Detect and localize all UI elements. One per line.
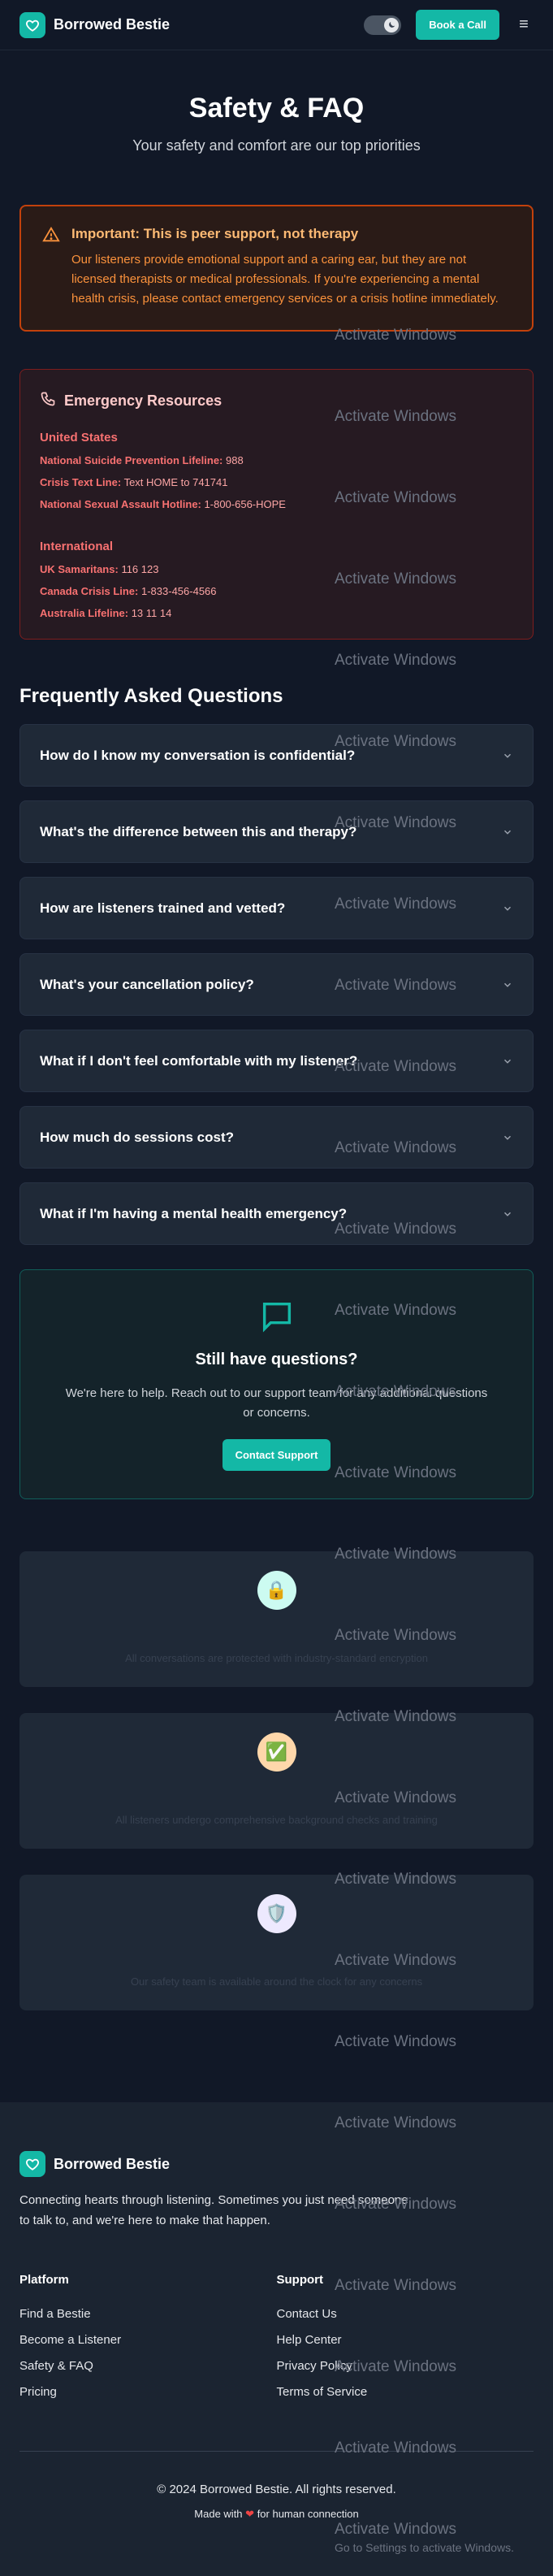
footer: Borrowed Bestie Connecting hearts throug…	[0, 2102, 553, 2576]
hotline-item: Canada Crisis Line: 1-833-456-4566	[40, 585, 217, 597]
emergency-title: Emergency Resources	[64, 392, 222, 409]
feature-text: Our safety team is available around the …	[130, 1975, 423, 1988]
page-subtitle: Your safety and comfort are our top prio…	[132, 137, 421, 154]
chevron-down-icon	[503, 1212, 512, 1216]
disclaimer-body: Our listeners provide emotional support …	[71, 253, 499, 306]
footer-support-column: Support Contact Us Help Center Privacy P…	[277, 2273, 534, 2399]
feature-card-vetting: ✅ All listeners undergo comprehensive ba…	[19, 1713, 534, 1849]
faq-question: What if I'm having a mental health emerg…	[40, 1205, 348, 1221]
page: Borrowed Bestie Book a Call ≡ Safety & F…	[0, 0, 553, 2576]
faq-question: What's the difference between this and t…	[40, 823, 357, 839]
faq-heading: Frequently Asked Questions	[19, 685, 283, 707]
hotline-item: National Sexual Assault Hotline: 1-800-6…	[40, 498, 286, 510]
faq-item[interactable]: What if I'm having a mental health emerg…	[19, 1182, 534, 1245]
region-heading-international: International	[40, 540, 114, 553]
footer-column-title: Support	[276, 2273, 324, 2287]
heart-logo-icon	[19, 2151, 45, 2177]
check-icon: ✅	[257, 1733, 296, 1772]
faq-question: What's your cancellation policy?	[40, 976, 254, 992]
footer-divider	[19, 2451, 534, 2452]
faq-item[interactable]: What's your cancellation policy?	[19, 953, 534, 1016]
faq-item[interactable]: How are listeners trained and vetted?	[19, 877, 534, 939]
footer-link[interactable]: Safety & FAQ	[19, 2359, 277, 2373]
support-body: We're here to help. Reach out to our sup…	[65, 1386, 488, 1420]
faq-item[interactable]: How much do sessions cost?	[19, 1106, 534, 1169]
brand-name: Borrowed Bestie	[54, 16, 171, 33]
faq-list: How do I know my conversation is confide…	[19, 724, 534, 1245]
footer-brand[interactable]: Borrowed Bestie	[19, 2151, 534, 2177]
activate-windows-watermark: Activate Windows	[335, 2033, 456, 2050]
made-with-love-text: Made with ❤ for human connection	[194, 2508, 359, 2520]
footer-link[interactable]: Pricing	[19, 2385, 277, 2399]
hotline-item: Australia Lifeline: 13 11 14	[40, 607, 172, 619]
heart-logo-icon	[19, 11, 45, 38]
footer-link[interactable]: Help Center	[277, 2333, 534, 2347]
brand-logo[interactable]: Borrowed Bestie	[19, 11, 171, 38]
faq-item[interactable]: What's the difference between this and t…	[19, 800, 534, 863]
disclaimer-title: Important: This is peer support, not the…	[71, 226, 359, 241]
phone-icon	[40, 391, 56, 411]
hotline-item: Crisis Text Line: Text HOME to 741741	[40, 476, 228, 488]
footer-link[interactable]: Privacy Policy	[277, 2359, 534, 2373]
faq-item[interactable]: What if I don't feel comfortable with my…	[19, 1030, 534, 1092]
theme-toggle[interactable]	[364, 15, 402, 35]
hotline-item: National Suicide Prevention Lifeline: 98…	[40, 454, 244, 466]
hotline-item: UK Samaritans: 116 123	[40, 563, 159, 575]
footer-column-title: Platform	[19, 2273, 69, 2287]
faq-question: How are listeners trained and vetted?	[40, 900, 286, 916]
book-call-button[interactable]: Book a Call	[416, 10, 499, 40]
copyright-text: © 2024 Borrowed Bestie. All rights reser…	[157, 2483, 396, 2496]
region-heading-us: United States	[40, 431, 118, 445]
warning-icon	[42, 226, 60, 309]
chevron-down-icon	[503, 906, 512, 911]
activate-windows-watermark: Activate Windows	[335, 652, 456, 669]
faq-question: What if I don't feel comfortable with my…	[40, 1052, 358, 1069]
support-title: Still have questions?	[195, 1351, 358, 1368]
activate-windows-subtext: Go to Settings to activate Windows.	[335, 2541, 514, 2554]
footer-description: Connecting hearts through listening. Som…	[19, 2193, 408, 2227]
hamburger-menu-icon[interactable]: ≡	[514, 15, 534, 34]
faq-question: How much do sessions cost?	[40, 1129, 234, 1145]
chevron-down-icon	[503, 1059, 512, 1064]
footer-link[interactable]: Contact Us	[277, 2307, 534, 2321]
footer-link[interactable]: Find a Bestie	[19, 2307, 277, 2321]
moon-icon	[384, 17, 400, 33]
hero-section: Safety & FAQ Your safety and comfort are…	[0, 50, 553, 154]
page-title: Safety & FAQ	[188, 93, 365, 124]
chat-bubble-icon	[20, 1298, 533, 1339]
footer-platform-column: Platform Find a Bestie Become a Listener…	[19, 2273, 277, 2399]
lock-icon: 🔒	[257, 1571, 296, 1610]
top-navbar: Borrowed Bestie Book a Call ≡	[0, 0, 553, 50]
support-cta-card: Still have questions? We're here to help…	[19, 1269, 534, 1499]
feature-text: All conversations are protected with ind…	[125, 1652, 428, 1664]
footer-link[interactable]: Become a Listener	[19, 2333, 277, 2347]
chevron-down-icon	[503, 1135, 512, 1140]
chevron-down-icon	[503, 753, 512, 758]
heart-icon: ❤	[245, 2508, 255, 2520]
shield-icon: 🛡️	[257, 1894, 296, 1933]
feature-text: All listeners undergo comprehensive back…	[115, 1814, 438, 1826]
feature-card-encryption: 🔒 All conversations are protected with i…	[19, 1551, 534, 1687]
footer-link[interactable]: Terms of Service	[277, 2385, 534, 2399]
footer-brand-name: Borrowed Bestie	[54, 2155, 171, 2172]
contact-support-button[interactable]: Contact Support	[222, 1439, 331, 1471]
feature-card-safety-team: 🛡️ Our safety team is available around t…	[19, 1875, 534, 2010]
faq-item[interactable]: How do I know my conversation is confide…	[19, 724, 534, 787]
chevron-down-icon	[503, 830, 512, 835]
emergency-resources-card: Emergency Resources United States Nation…	[19, 369, 534, 640]
chevron-down-icon	[503, 982, 512, 987]
faq-question: How do I know my conversation is confide…	[40, 747, 356, 763]
disclaimer-alert: Important: This is peer support, not the…	[19, 205, 534, 332]
